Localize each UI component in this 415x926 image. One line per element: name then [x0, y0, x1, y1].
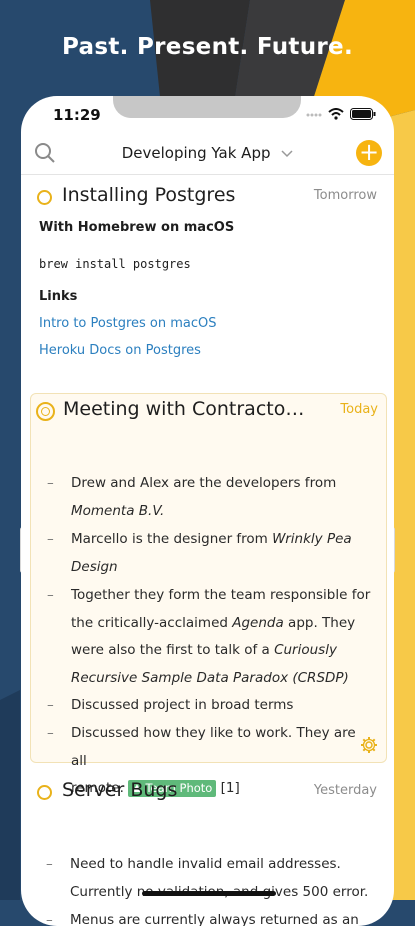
project-title-label: Developing Yak App: [121, 144, 271, 162]
nav-bar: Developing Yak App +: [21, 134, 394, 175]
wifi-icon: [328, 108, 344, 120]
card-header: Meeting with Contracto… Today: [31, 394, 386, 430]
gear-icon[interactable]: [360, 736, 378, 754]
status-time: 11:29: [53, 106, 101, 124]
list-item: – Menus are currently always returned as…: [46, 912, 359, 926]
section-heading: With Homebrew on macOS: [39, 220, 235, 235]
project-title[interactable]: Developing Yak App: [21, 144, 394, 162]
list-item: – Need to handle invalid email addresses…: [46, 856, 369, 900]
link-heroku-docs[interactable]: Heroku Docs on Postgres: [39, 343, 201, 358]
list-item: – Marcello is the designer from Wrinkly …: [47, 531, 352, 575]
list-item: – Drew and Alex are the developers from …: [47, 475, 337, 519]
home-indicator[interactable]: [142, 891, 276, 896]
card-title: Meeting with Contracto…: [63, 398, 305, 420]
status-circle-icon[interactable]: [37, 785, 52, 800]
code-line: brew install postgres: [39, 257, 191, 271]
card-header: Installing Postgres Tomorrow: [30, 180, 385, 216]
add-button[interactable]: +: [356, 140, 382, 166]
status-icons: [306, 108, 376, 120]
card-title: Installing Postgres: [62, 184, 236, 206]
link-postgres-intro[interactable]: Intro to Postgres on macOS: [39, 316, 217, 331]
chevron-down-icon: [281, 150, 293, 158]
list-item: – Together they form the team responsibl…: [47, 587, 371, 686]
note-card[interactable]: Installing Postgres Tomorrow With Homebr…: [30, 180, 385, 390]
card-date: Yesterday: [313, 783, 377, 798]
list-item: – Discussed project in broad terms: [47, 697, 294, 713]
note-card-active[interactable]: Meeting with Contracto… Today – Drew and…: [30, 393, 387, 797]
card-date: Today: [340, 402, 378, 417]
section-heading: Links: [39, 289, 78, 304]
card-title: Server Bugs: [62, 779, 178, 801]
headline: Past. Present. Future.: [62, 34, 353, 60]
card-header: Server Bugs Yesterday: [30, 775, 385, 811]
battery-icon: [350, 108, 376, 120]
notch: [113, 96, 301, 118]
signal-icon: [306, 113, 322, 117]
card-date: Tomorrow: [313, 188, 377, 203]
note-card[interactable]: Server Bugs Yesterday – Need to handle i…: [30, 775, 385, 926]
status-circle-icon[interactable]: [36, 402, 55, 421]
phone-screen: 11:29 Developing Yak App + Installing Po…: [21, 96, 394, 926]
status-circle-icon[interactable]: [37, 190, 52, 205]
